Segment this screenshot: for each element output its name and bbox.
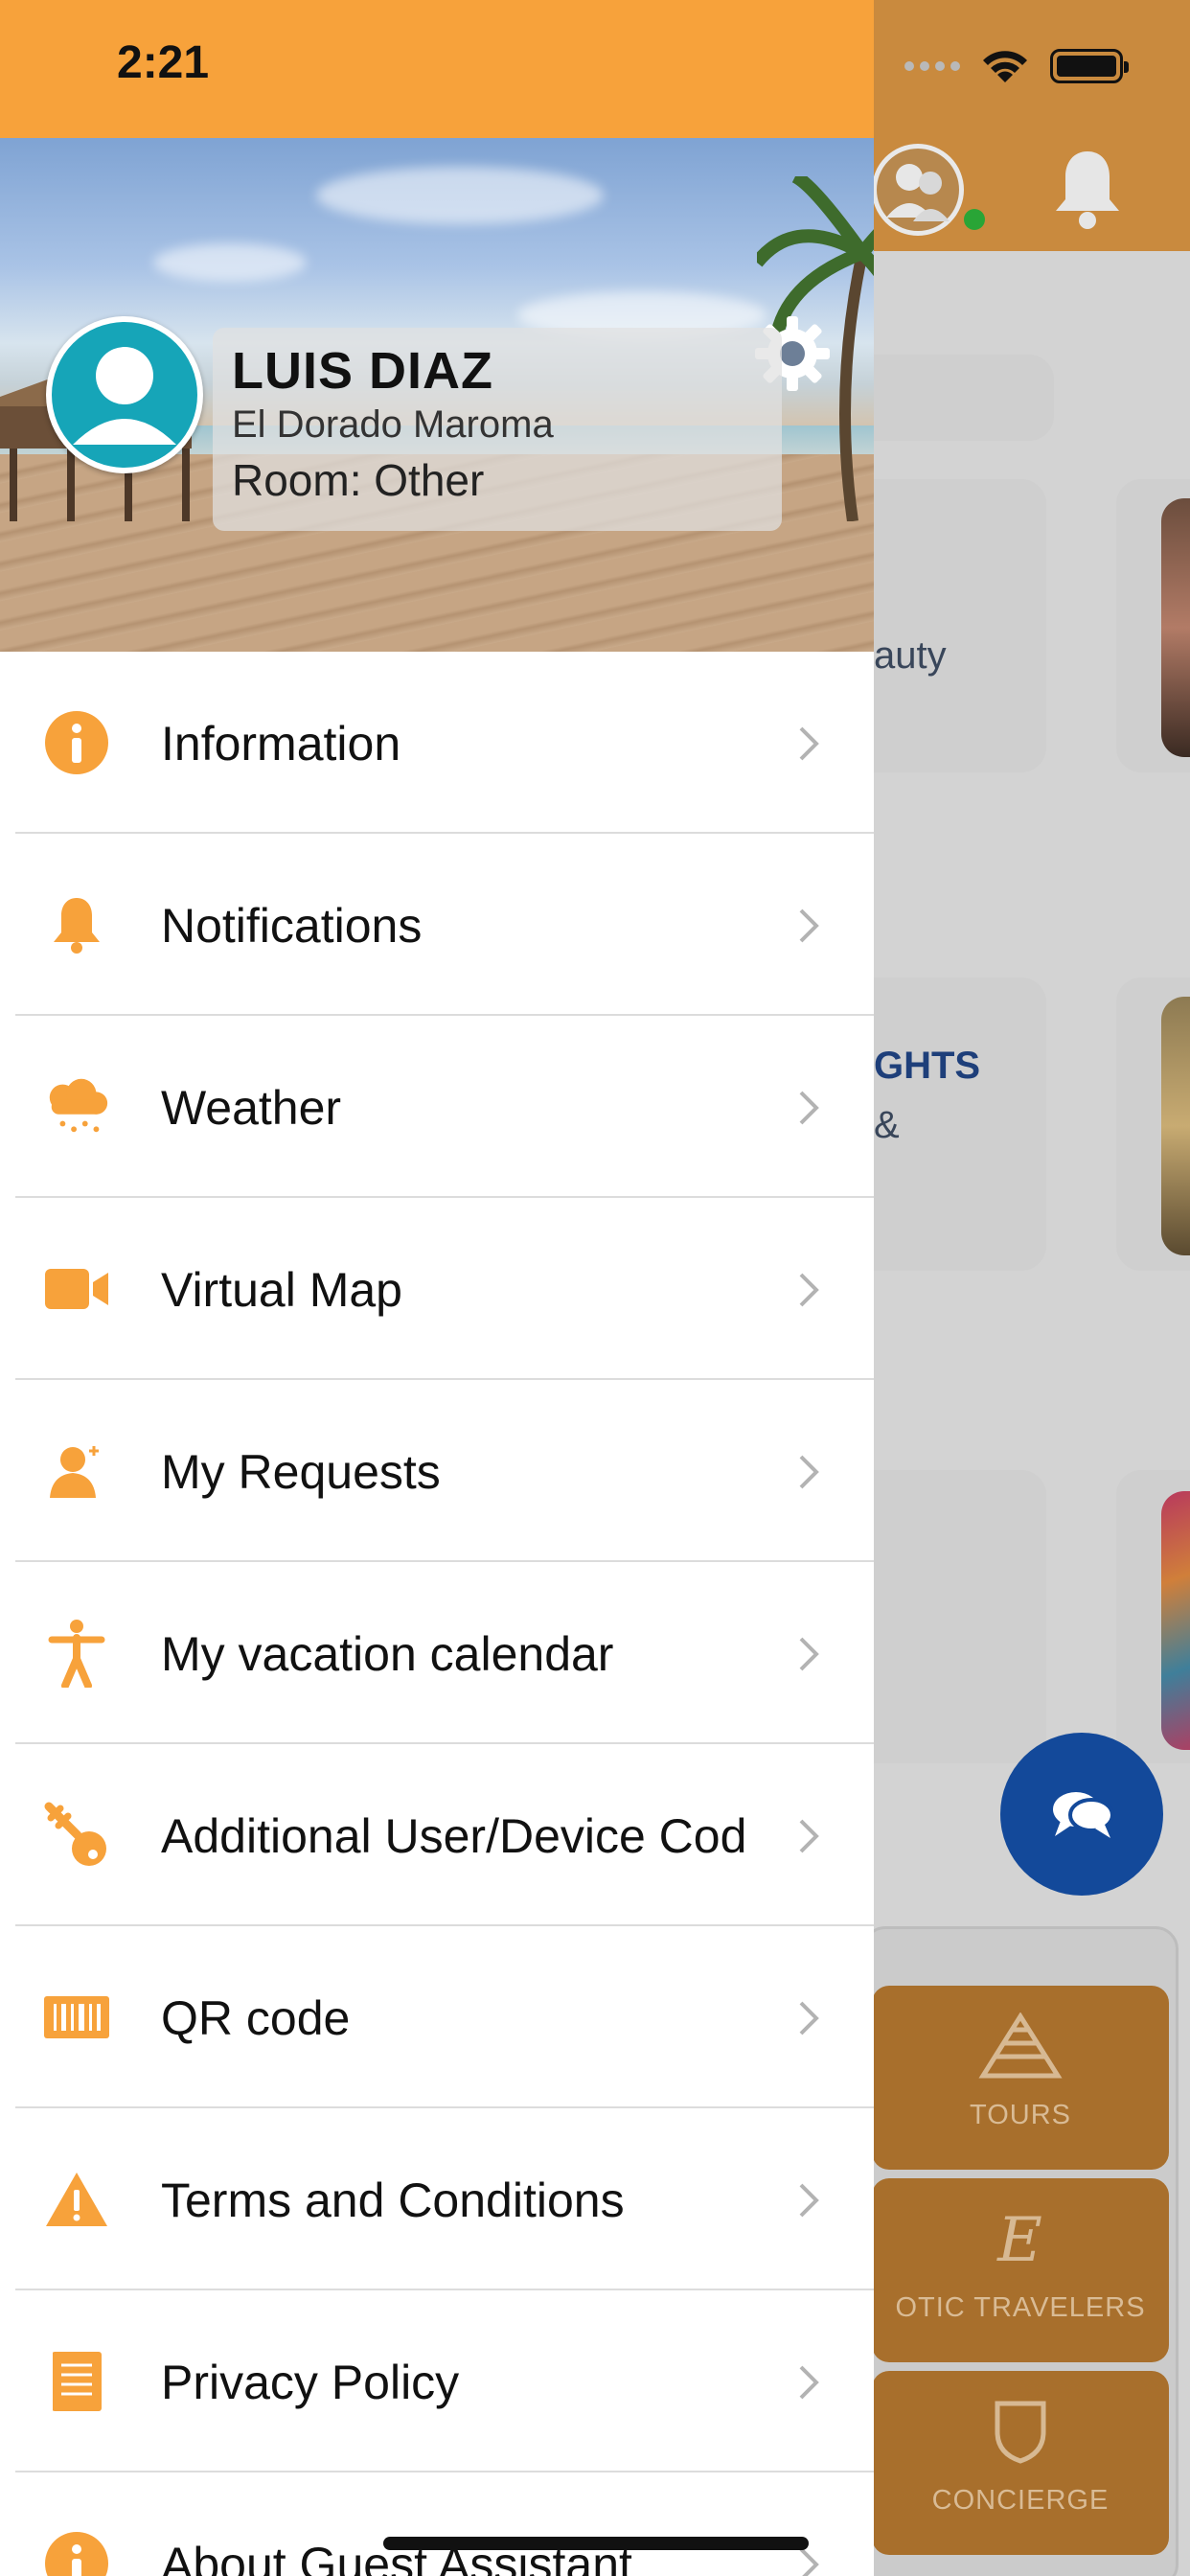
chat-bubbles-icon [1053, 1792, 1114, 1838]
menu-item-privacy-policy[interactable]: Privacy Policy [0, 2290, 874, 2472]
menu-item-virtual-map[interactable]: Virtual Map [0, 1198, 874, 1380]
user-avatar-icon [73, 347, 176, 445]
menu-item-label: Terms and Conditions [161, 2174, 625, 2227]
warning-icon [42, 2169, 111, 2230]
bg-card-photo [1161, 997, 1190, 1255]
chevron-right-icon [799, 1455, 819, 1489]
menu-item-vacation-calendar[interactable]: My vacation calendar [0, 1562, 874, 1744]
wifi-icon [983, 51, 1027, 82]
bg-card-photo [1161, 1491, 1190, 1750]
guests-button[interactable] [872, 144, 964, 236]
drawer-menu: Information Notifications Weather Virtua… [0, 652, 874, 2576]
barcode-icon [42, 1987, 111, 2048]
crest-icon [872, 2398, 1169, 2480]
menu-item-label: Weather [161, 1081, 342, 1135]
chevron-right-icon [799, 908, 819, 943]
status-bar: 2:21 [0, 0, 874, 138]
menu-item-about-guest-assistant[interactable]: About Guest Assistant [0, 2472, 874, 2576]
person-activity-icon [42, 1620, 111, 1688]
menu-item-label: Notifications [161, 899, 423, 953]
letter-e-icon: E [997, 2205, 1043, 2276]
profile-room: Room: Other [232, 455, 485, 505]
info-icon [42, 711, 111, 774]
bg-card-text: & [874, 1104, 900, 1146]
menu-item-label: My Requests [161, 1445, 441, 1499]
avatar[interactable] [46, 316, 203, 473]
bg-card [843, 355, 1054, 441]
bg-card-photo [1161, 498, 1190, 757]
menu-item-label: QR code [161, 1991, 351, 2045]
chevron-right-icon [799, 2365, 819, 2400]
tile-label: CONCIERGE [931, 2485, 1110, 2516]
exotic-travelers-tile[interactable]: E OTIC TRAVELERS [872, 2178, 1169, 2362]
weather-icon [42, 1076, 111, 1138]
person-request-icon [42, 1440, 111, 1502]
online-status-dot [964, 209, 985, 230]
menu-item-additional-user-device-code[interactable]: Additional User/Device Cod [0, 1744, 874, 1926]
menu-item-label: Virtual Map [161, 1263, 402, 1317]
profile-card: LUIS DIAZ El Dorado Maroma Room: Other [213, 328, 782, 531]
profile-name: LUIS DIAZ [232, 342, 493, 400]
menu-item-label: Additional User/Device Cod [161, 1809, 747, 1863]
menu-item-notifications[interactable]: Notifications [0, 834, 874, 1016]
document-icon [42, 2351, 111, 2412]
menu-item-qr-code[interactable]: QR code [0, 1926, 874, 2108]
bell-icon [1056, 151, 1119, 229]
signal-icon [904, 60, 960, 72]
tile-label: TOURS [970, 2100, 1071, 2130]
menu-item-my-requests[interactable]: My Requests [0, 1380, 874, 1562]
concierge-tile[interactable]: CONCIERGE [872, 2371, 1169, 2555]
video-camera-icon [42, 1258, 111, 1320]
chevron-right-icon [799, 1637, 819, 1671]
chevron-right-icon [799, 1273, 819, 1307]
menu-item-label: My vacation calendar [161, 1627, 614, 1681]
bell-icon [42, 894, 111, 955]
chat-button[interactable] [1000, 1733, 1163, 1896]
guests-icon [886, 164, 950, 221]
menu-item-label: Information [161, 717, 401, 770]
menu-item-label: Privacy Policy [161, 2356, 460, 2409]
notifications-button[interactable] [1044, 144, 1131, 236]
chevron-right-icon [799, 1819, 819, 1853]
side-drawer: 2:21 LUIS DIAZ El Dorado Maroma Room: Ot… [0, 0, 874, 2576]
chevron-right-icon [799, 2001, 819, 2036]
profile-hotel: El Dorado Maroma [232, 403, 554, 446]
bg-card-text: auty [874, 634, 947, 677]
tile-label: OTIC TRAVELERS [895, 2292, 1146, 2323]
key-icon [42, 1802, 111, 1866]
menu-item-weather[interactable]: Weather [0, 1016, 874, 1198]
menu-item-terms-and-conditions[interactable]: Terms and Conditions [0, 2108, 874, 2290]
info-icon [42, 2532, 111, 2576]
status-indicators [904, 48, 1129, 84]
menu-item-information[interactable]: Information [0, 652, 874, 834]
bg-card-title: GHTS [874, 1045, 981, 1087]
tours-tile[interactable]: TOURS [872, 1986, 1169, 2170]
battery-icon [1050, 49, 1129, 83]
chevron-right-icon [799, 2183, 819, 2218]
chevron-right-icon [799, 1091, 819, 1125]
pyramid-icon [872, 2012, 1169, 2094]
home-indicator[interactable] [383, 2537, 809, 2550]
status-time: 2:21 [117, 37, 210, 88]
chevron-right-icon [799, 726, 819, 761]
